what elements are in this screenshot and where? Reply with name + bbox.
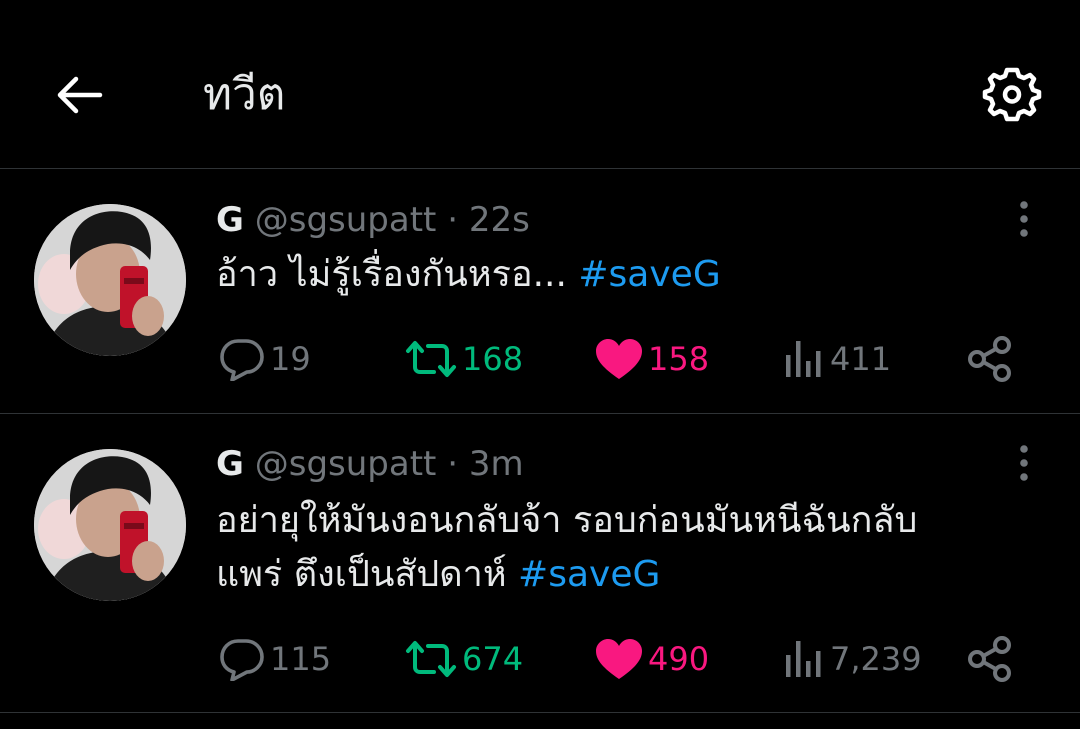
views-button[interactable]: 411	[782, 329, 891, 389]
display-name[interactable]: G	[216, 200, 244, 240]
more-vertical-icon	[1020, 445, 1028, 481]
views-button[interactable]: 7,239	[782, 629, 922, 689]
arrow-left-icon	[57, 76, 103, 114]
top-bar: ทวีต	[0, 0, 1080, 169]
retweet-button[interactable]: 168	[404, 329, 523, 389]
retweet-count: 168	[462, 340, 524, 378]
tweet[interactable]: G @sgsupatt · 3m อย่ายุให้มันงอนกลับจ้า …	[0, 414, 1080, 713]
like-count: 158	[648, 340, 710, 378]
timestamp[interactable]: 22s	[469, 200, 530, 240]
reply-button[interactable]: 115	[218, 629, 331, 689]
share-button[interactable]	[966, 629, 1014, 689]
tweet-body-line-2-text: แพร่ ตึงเป็นสัปดาห์	[216, 554, 507, 595]
avatar[interactable]	[34, 449, 186, 601]
hashtag-link[interactable]: #saveG	[578, 254, 720, 295]
user-handle[interactable]: @sgsupatt	[255, 444, 437, 484]
back-button[interactable]	[50, 66, 108, 124]
tweet-meta: G @sgsupatt · 3m	[216, 440, 524, 488]
tweet-body-line-1: อย่ายุให้มันงอนกลับจ้า รอบก่อนมันหนีฉันก…	[216, 500, 918, 541]
reply-icon	[220, 639, 264, 681]
retweet-button[interactable]: 674	[404, 629, 523, 689]
share-button[interactable]	[966, 329, 1014, 389]
reply-count: 115	[270, 640, 332, 678]
tweet-text: อย่ายุให้มันงอนกลับจ้า รอบก่อนมันหนีฉันก…	[216, 494, 1036, 602]
reply-count: 19	[270, 340, 311, 378]
separator-dot: ·	[447, 444, 458, 484]
avatar-photo-icon	[34, 449, 186, 601]
tweet-body: อ้าว ไม่รู้เรื่องกันหรอ...	[216, 254, 567, 295]
view-count: 411	[830, 340, 892, 378]
reply-icon	[220, 339, 264, 381]
tweet-meta: G @sgsupatt · 22s	[216, 196, 530, 244]
like-button[interactable]: 490	[594, 629, 709, 689]
page-title: ทวีต	[203, 69, 286, 120]
tweet-body-line-2: แพร่ ตึงเป็นสัปดาห์ #saveG	[216, 548, 1036, 602]
tweet[interactable]: G @sgsupatt · 22s อ้าว ไม่รู้เรื่องกันหร…	[0, 169, 1080, 414]
retweet-count: 674	[462, 640, 524, 678]
heart-filled-icon	[596, 339, 642, 379]
display-name[interactable]: G	[216, 444, 244, 484]
share-icon	[968, 636, 1011, 682]
retweet-icon	[406, 341, 456, 377]
user-handle[interactable]: @sgsupatt	[255, 200, 437, 240]
bar-chart-icon	[786, 641, 821, 677]
share-icon	[968, 336, 1011, 382]
heart-filled-icon	[596, 639, 642, 679]
more-vertical-icon	[1020, 201, 1028, 237]
bar-chart-icon	[786, 341, 821, 377]
timestamp[interactable]: 3m	[469, 444, 524, 484]
retweet-icon	[406, 641, 456, 677]
separator-dot: ·	[447, 200, 458, 240]
reply-button[interactable]: 19	[218, 329, 311, 389]
more-options-button[interactable]	[1004, 441, 1044, 485]
tweet-actions: 115 674 490 7,239	[0, 629, 1080, 689]
more-options-button[interactable]	[1004, 197, 1044, 241]
gear-icon	[982, 67, 1042, 122]
like-count: 490	[648, 640, 710, 678]
like-button[interactable]: 158	[594, 329, 709, 389]
view-count: 7,239	[830, 640, 922, 678]
tweet-actions: 19 168 158 411	[0, 329, 1080, 389]
hashtag-link[interactable]: #saveG	[518, 554, 660, 595]
settings-button[interactable]	[978, 60, 1046, 128]
tweet-text: อ้าว ไม่รู้เรื่องกันหรอ... #saveG	[216, 248, 1036, 302]
